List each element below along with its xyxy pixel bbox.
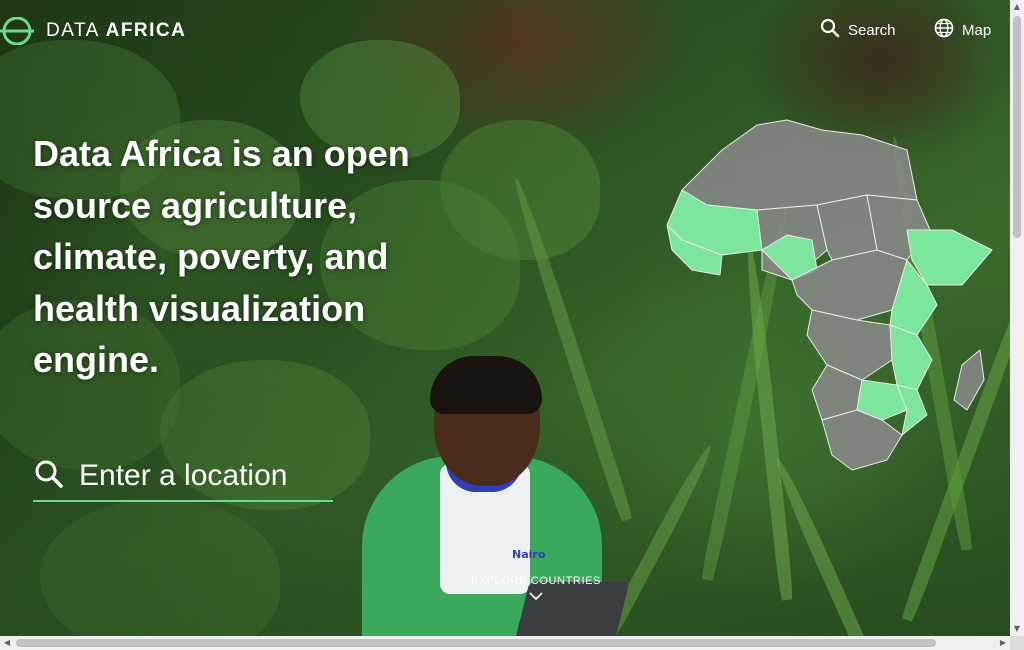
explore-countries-link[interactable]: EXPLORE COUNTRIES <box>460 575 612 603</box>
nav-search-label: Search <box>848 21 896 39</box>
nav-search-button[interactable]: Search <box>820 18 896 42</box>
scroll-up-arrow-icon[interactable]: ▲ <box>1010 0 1024 14</box>
location-search-input[interactable] <box>79 459 329 493</box>
scroll-right-arrow-icon[interactable]: ▶ <box>996 636 1010 650</box>
site-logo[interactable]: DATA AFRICA <box>0 16 186 46</box>
nav-map-button[interactable]: Map <box>934 18 991 42</box>
logo-text: DATA AFRICA <box>46 20 186 42</box>
map-region-congo[interactable] <box>806 309 893 381</box>
chevron-down-icon <box>460 591 612 603</box>
horizontal-scrollbar[interactable]: ◀ ▶ <box>0 636 1010 650</box>
logo-text-bold: AFRICA <box>105 20 187 41</box>
shirt-text: Nairo <box>512 548 546 561</box>
map-region-madagascar[interactable] <box>953 349 985 411</box>
headline-line: source agriculture, <box>33 184 358 226</box>
scrollbar-corner <box>1010 636 1024 650</box>
headline-line: engine. <box>33 339 160 380</box>
map-region-south[interactable] <box>821 409 903 471</box>
hero-headline: Data Africa is an open source agricultur… <box>33 128 503 386</box>
search-icon <box>820 18 840 42</box>
headline-line: climate, poverty, and <box>33 236 389 277</box>
headline-line: health visualization <box>33 287 366 329</box>
vertical-scrollbar[interactable]: ▲ ▼ <box>1010 0 1024 636</box>
scroll-down-arrow-icon[interactable]: ▼ <box>1010 622 1024 636</box>
horizontal-scroll-thumb[interactable] <box>16 639 936 647</box>
search-icon[interactable] <box>33 458 65 494</box>
scroll-left-arrow-icon[interactable]: ◀ <box>0 636 14 650</box>
location-search <box>33 452 333 502</box>
nav-map-label: Map <box>962 21 992 39</box>
top-nav: DATA AFRICA Search Map <box>0 0 1010 62</box>
globe-icon <box>934 18 954 42</box>
headline-line: Data Africa is an open <box>33 133 410 174</box>
logo-text-plain: DATA <box>46 20 99 41</box>
africa-map[interactable] <box>662 110 997 485</box>
explore-countries-label: EXPLORE COUNTRIES <box>470 575 601 587</box>
vertical-scroll-thumb[interactable] <box>1013 16 1021 238</box>
logo-icon <box>0 16 34 46</box>
map-region-tanzania[interactable] <box>889 324 933 391</box>
